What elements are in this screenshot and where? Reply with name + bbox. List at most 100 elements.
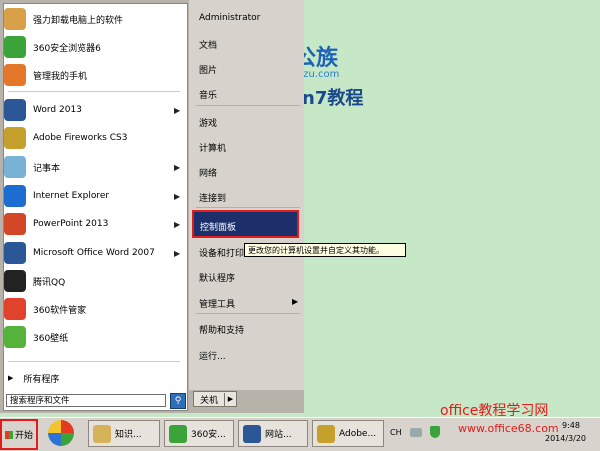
submenu-arrow-icon[interactable]: ▶ xyxy=(174,249,182,258)
triangle-right-icon: ▶ xyxy=(8,374,14,382)
start-menu-right-item[interactable]: 运行... xyxy=(199,349,226,362)
right-item-label: 游戏 xyxy=(199,119,218,129)
separator xyxy=(196,313,300,314)
right-item-label: 计算机 xyxy=(199,144,227,154)
taskbar-button-label: 知识... xyxy=(115,430,142,440)
start-button[interactable]: 开始 xyxy=(0,419,38,450)
submenu-arrow-icon[interactable]: ▶ xyxy=(174,220,182,229)
pinned-program-item[interactable]: Word 2013 ▶ xyxy=(4,97,182,123)
pinned-program-item[interactable]: 记事本 ▶ xyxy=(4,154,182,180)
360-software-icon xyxy=(4,298,26,320)
language-indicator[interactable]: CH xyxy=(390,428,402,437)
pinned-program-label: Microsoft Office Word 2007 xyxy=(33,248,155,258)
start-menu-right-item[interactable]: 默认程序 xyxy=(199,271,235,284)
pinned-program-item[interactable]: Microsoft Office Word 2007 ▶ xyxy=(4,240,182,266)
submenu-arrow-icon[interactable]: ▶ xyxy=(174,192,182,201)
right-item-label: 文档 xyxy=(199,41,218,51)
start-menu-right-item[interactable]: Administrator xyxy=(199,13,260,23)
pinned-program-label: 360软件管家 xyxy=(33,305,87,316)
pinned-program-item[interactable]: PowerPoint 2013 ▶ xyxy=(4,211,182,237)
watermark-title: office教程学习网 xyxy=(440,403,549,419)
separator xyxy=(196,207,300,208)
start-menu-right-item[interactable]: 音乐 xyxy=(199,88,217,101)
start-menu-right-item[interactable]: 连接到 xyxy=(199,191,226,204)
pinned-program-item[interactable]: Adobe Fireworks CS3 xyxy=(4,125,182,151)
search-input[interactable]: 搜索程序和文件 xyxy=(6,394,166,407)
phone-manager-icon xyxy=(4,64,26,86)
word-icon xyxy=(4,99,26,121)
right-item-label: 默认程序 xyxy=(199,274,236,284)
taskbar-button[interactable]: Adobe... xyxy=(312,420,384,447)
start-menu-right-item[interactable]: 设备和打印 xyxy=(199,246,244,259)
right-item-label: 连接到 xyxy=(199,194,227,204)
word-doc-icon xyxy=(243,424,261,443)
windows-logo-icon xyxy=(4,430,13,439)
tooltip: 更改您的计算机设置并自定义其功能。 xyxy=(244,243,406,257)
360-wallpaper-icon xyxy=(4,326,26,348)
pinned-program-label: 360壁纸 xyxy=(33,333,69,344)
shutdown-button[interactable]: 关机 ▶ xyxy=(193,391,237,407)
shield-icon[interactable] xyxy=(430,426,440,438)
control-panel-item-highlighted[interactable]: 控制面板 xyxy=(192,210,299,238)
fireworks-icon xyxy=(317,424,335,443)
pinned-program-item[interactable]: Internet Explorer ▶ xyxy=(4,183,182,209)
search-button[interactable]: ⚲ xyxy=(170,393,186,409)
pinned-program-item[interactable]: 管理我的手机 xyxy=(4,62,182,88)
separator xyxy=(8,91,180,92)
pinned-program-item[interactable]: 360安全浏览器6 xyxy=(4,34,182,60)
start-label: 开始 xyxy=(14,431,33,441)
start-menu-right-item[interactable]: 帮助和支持 xyxy=(199,323,244,336)
submenu-arrow-icon[interactable]: ▶ xyxy=(292,297,298,306)
pinned-program-label: Adobe Fireworks CS3 xyxy=(33,133,128,143)
word2007-icon xyxy=(4,242,26,264)
watermark-url: www.office68.com xyxy=(458,422,559,435)
pinned-program-item[interactable]: 360壁纸 xyxy=(4,324,182,350)
keyboard-icon[interactable] xyxy=(410,428,422,437)
separator xyxy=(196,105,300,106)
control-panel-label: 控制面板 xyxy=(200,223,237,233)
right-item-label: 图片 xyxy=(199,66,218,76)
pinned-program-label: 管理我的手机 xyxy=(33,71,88,82)
taskbar-button-label: 网站... xyxy=(265,430,292,440)
right-item-label: 音乐 xyxy=(199,91,218,101)
pinned-program-label: 记事本 xyxy=(33,163,61,174)
360-browser-icon xyxy=(169,424,187,443)
submenu-arrow-icon[interactable]: ▶ xyxy=(174,163,182,172)
chevron-right-icon[interactable]: ▶ xyxy=(225,395,236,403)
shutdown-label: 关机 xyxy=(194,392,225,406)
powerpoint-icon xyxy=(4,213,26,235)
pinned-program-label: Internet Explorer xyxy=(33,191,110,201)
search-icon: ⚲ xyxy=(174,396,182,406)
uninstall-icon xyxy=(4,8,26,30)
all-programs-item[interactable]: ▶ 所有程序 xyxy=(4,370,182,386)
start-menu-right-item[interactable]: 游戏 xyxy=(199,116,217,129)
start-menu-right-item[interactable]: 网络 xyxy=(199,166,217,179)
taskbar-button[interactable]: 知识... xyxy=(88,420,160,447)
right-item-label: 网络 xyxy=(199,169,218,179)
ie-icon xyxy=(4,185,26,207)
start-menu-right-item[interactable]: 文档 xyxy=(199,38,217,51)
windows-orb-icon[interactable] xyxy=(48,420,74,446)
clock-date[interactable]: 2014/3/20 xyxy=(545,434,586,443)
fireworks-icon xyxy=(4,127,26,149)
pinned-program-label: 360安全浏览器6 xyxy=(33,43,101,54)
folder-icon xyxy=(93,424,111,443)
qq-icon xyxy=(4,270,26,292)
taskbar-button[interactable]: 360安... xyxy=(164,420,234,447)
taskbar-button-label: Adobe... xyxy=(339,428,377,439)
right-item-label: 运行... xyxy=(199,352,226,362)
taskbar-button[interactable]: 网站... xyxy=(238,420,308,447)
start-menu-right-item[interactable]: 图片 xyxy=(199,63,217,76)
right-item-label: 帮助和支持 xyxy=(199,326,245,336)
submenu-arrow-icon[interactable]: ▶ xyxy=(174,106,182,115)
pinned-program-item[interactable]: 强力卸载电脑上的软件 xyxy=(4,6,182,32)
pinned-program-label: 腾讯QQ xyxy=(33,277,66,288)
clock-time[interactable]: 9:48 xyxy=(562,421,580,430)
start-menu-right-item[interactable]: 计算机 xyxy=(199,141,226,154)
right-item-label: 管理工具 xyxy=(199,300,236,310)
pinned-program-item[interactable]: 360软件管家 xyxy=(4,296,182,322)
pinned-program-item[interactable]: 腾讯QQ xyxy=(4,268,182,294)
pinned-program-label: PowerPoint 2013 xyxy=(33,219,109,229)
360-browser-icon xyxy=(4,36,26,58)
start-menu-right-item[interactable]: 管理工具 xyxy=(199,297,235,310)
